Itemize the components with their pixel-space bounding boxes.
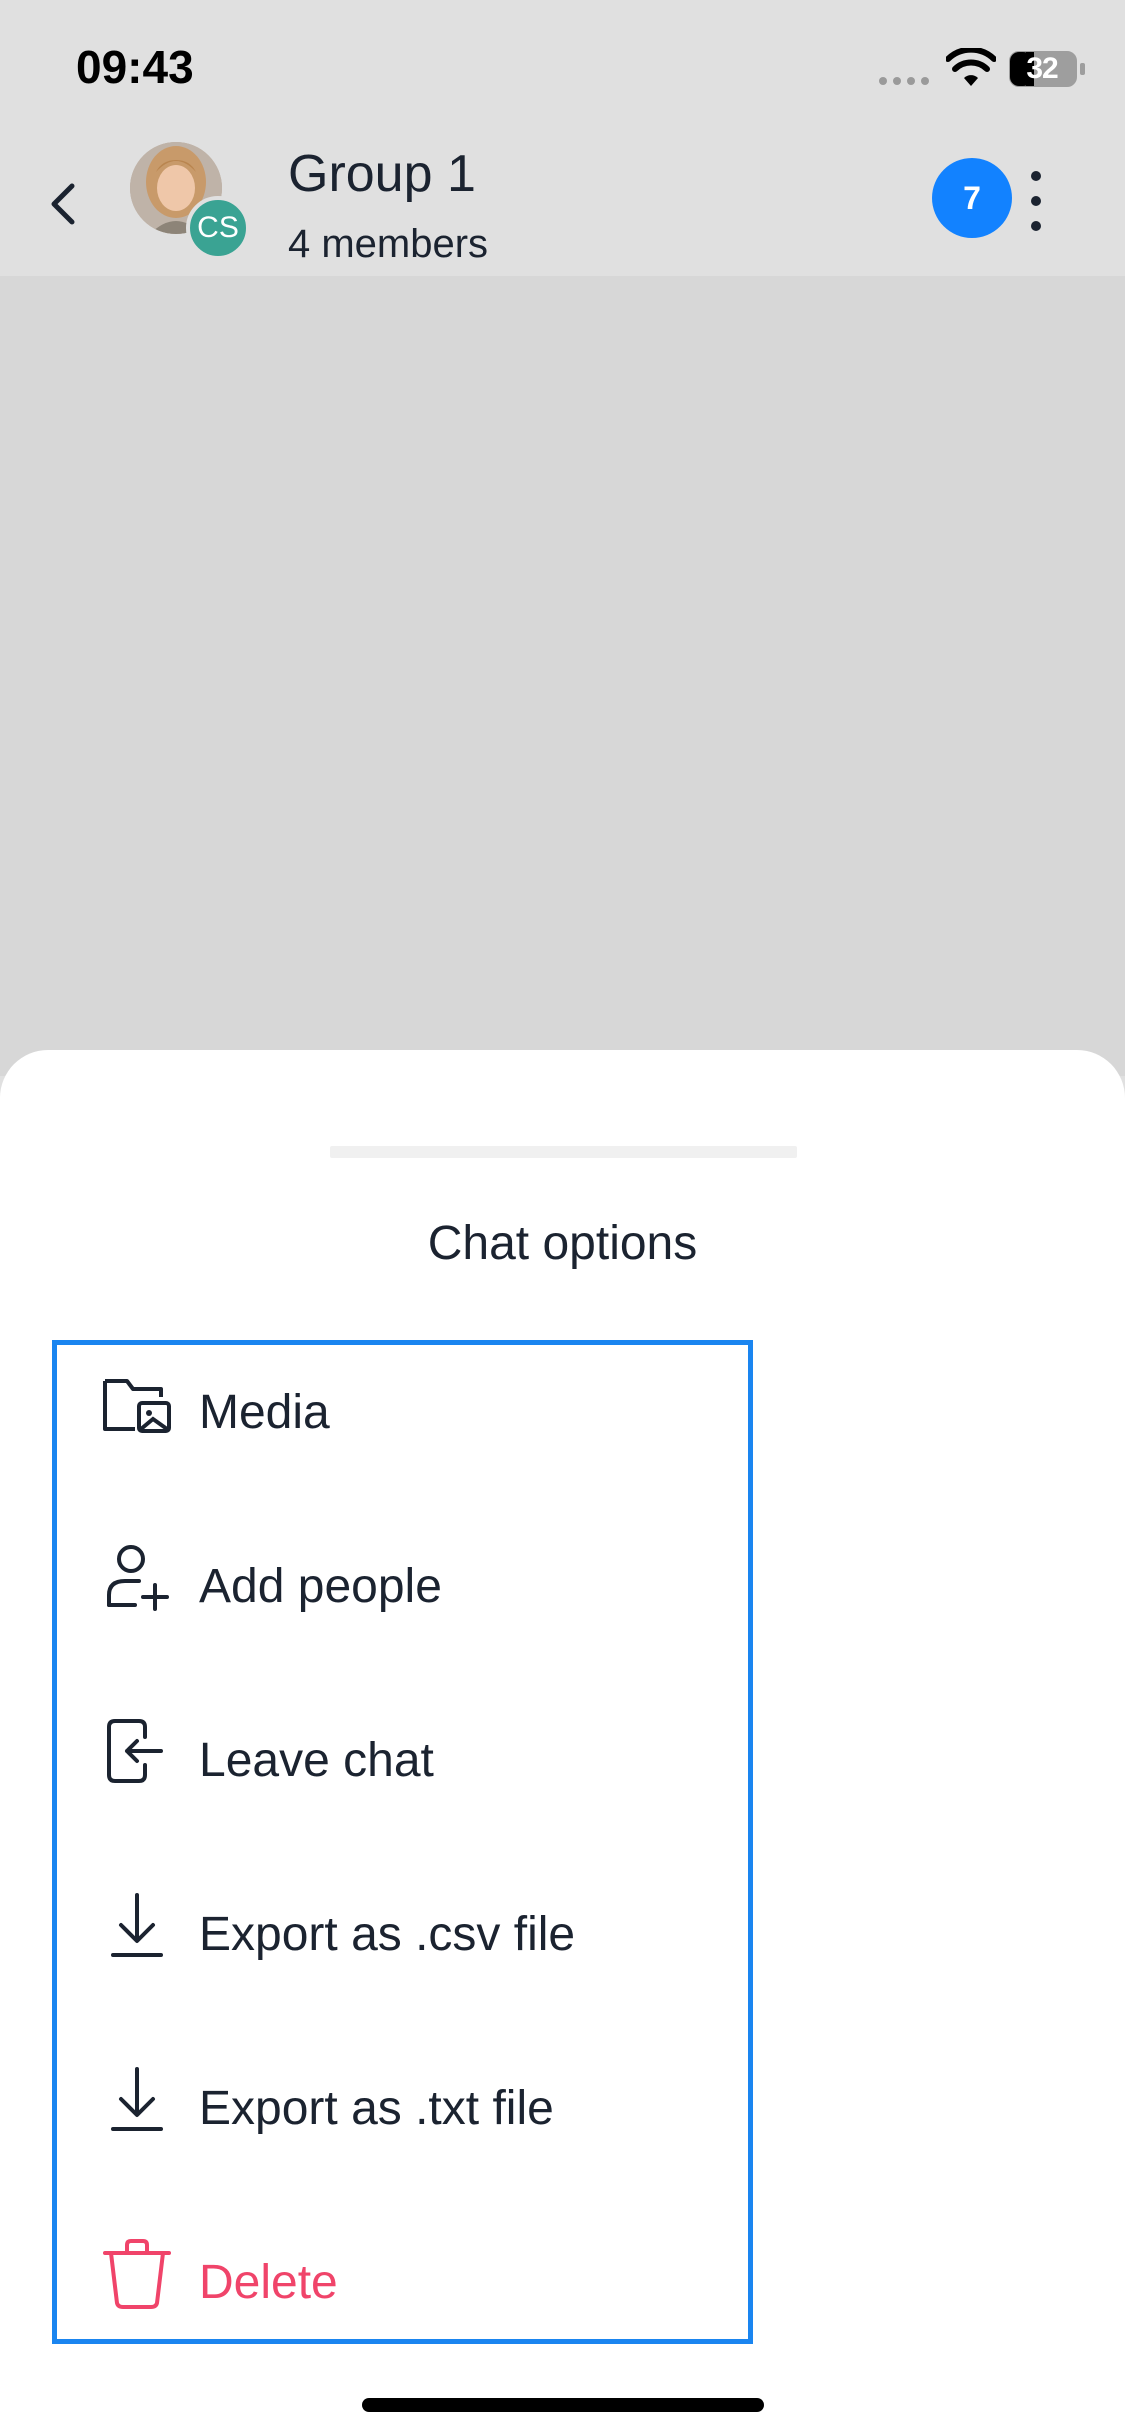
download-icon [111, 2067, 163, 2131]
download-icon [111, 1893, 163, 1957]
option-label: Add people [199, 1560, 442, 1613]
option-add-people[interactable]: Add people [57, 1519, 748, 1693]
trash-icon [103, 2239, 171, 2309]
chat-header: CS Group 1 4 members 7 [0, 130, 1125, 276]
options-list: Media Add people Leave chat Export as .c… [52, 1340, 753, 2344]
option-label: Delete [199, 2256, 338, 2309]
wifi-icon [946, 48, 996, 86]
option-label: Export as .txt file [199, 2082, 554, 2135]
option-media[interactable]: Media [57, 1345, 748, 1519]
chat-options-sheet: Chat options Media Add people Leave chat… [0, 1050, 1125, 2436]
chat-body-overlay[interactable] [0, 276, 1125, 1076]
option-export-csv[interactable]: Export as .csv file [57, 1867, 748, 2041]
member-count: 4 members [288, 222, 489, 266]
option-label: Leave chat [199, 1734, 434, 1787]
drag-handle[interactable] [330, 1146, 797, 1158]
more-vertical-icon[interactable] [1024, 166, 1048, 236]
option-label: Export as .csv file [199, 1908, 576, 1961]
sheet-title: Chat options [427, 1217, 698, 1270]
status-bar: 09:43 32 [0, 0, 1125, 130]
option-label: Media [199, 1386, 330, 1439]
media-folder-icon [103, 1379, 171, 1433]
unread-badge[interactable]: 7 [932, 158, 1012, 238]
option-delete[interactable]: Delete [57, 2215, 748, 2389]
avatar-initials: CS [186, 196, 250, 260]
battery-level: 32 [1026, 52, 1058, 85]
status-time: 09:43 [76, 41, 194, 93]
home-indicator[interactable] [362, 2398, 764, 2412]
option-leave-chat[interactable]: Leave chat [57, 1693, 748, 1867]
leave-chat-icon [107, 1719, 163, 1783]
chevron-left-icon[interactable] [42, 174, 86, 234]
add-person-icon [107, 1545, 169, 1611]
cellular-signal-icon [879, 77, 929, 85]
chat-title: Group 1 [288, 145, 476, 203]
option-export-txt[interactable]: Export as .txt file [57, 2041, 748, 2215]
